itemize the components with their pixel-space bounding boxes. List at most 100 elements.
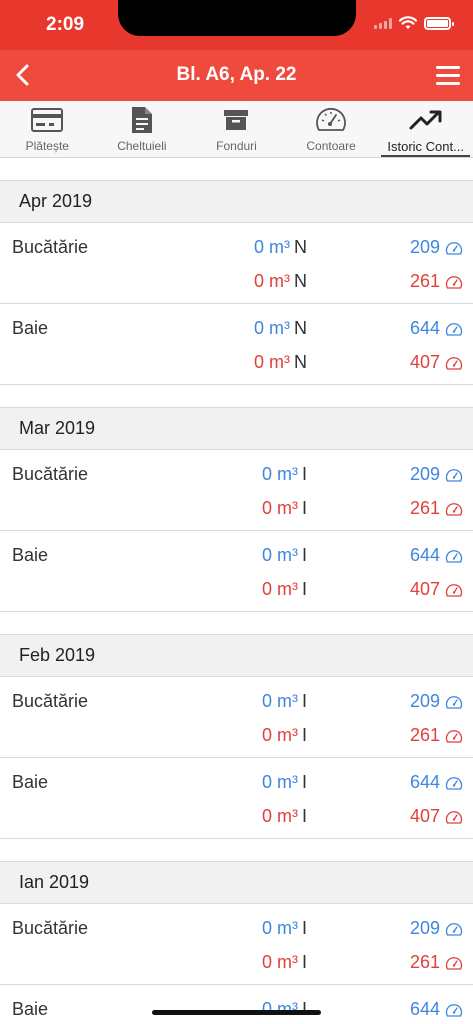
gauge-icon xyxy=(445,584,463,597)
consumption-value: 0 m³ xyxy=(254,318,290,338)
meter-row[interactable]: Bucătărie 0 m³ I 209 0 m³ I 261 xyxy=(0,677,473,758)
gauge-icon xyxy=(445,1004,463,1017)
consumption-value: 0 m³ xyxy=(261,952,298,972)
meter-reading: 407 xyxy=(409,352,440,372)
meter-row[interactable]: Bucătărie 0 m³ I 209 0 m³ I 261 xyxy=(0,450,473,531)
gauge-icon xyxy=(445,503,463,516)
hamburger-icon xyxy=(436,65,460,69)
tab-label: Cheltuieli xyxy=(117,139,167,153)
gauge-icon xyxy=(445,357,463,370)
gauge-icon xyxy=(445,730,463,743)
meter-reading: 209 xyxy=(409,918,440,938)
consumption-value: 0 m³ xyxy=(254,271,290,291)
reading-flag: I xyxy=(301,772,307,792)
document-icon xyxy=(131,107,152,133)
consumption-value: 0 m³ xyxy=(261,464,298,484)
status-icons xyxy=(374,16,454,30)
gauge-icon xyxy=(316,107,346,131)
tab-fonduri[interactable]: Fonduri xyxy=(189,101,284,157)
consumption-value: 0 m³ xyxy=(261,691,298,711)
gauge-icon xyxy=(445,696,463,709)
consumption-value: 0 m³ xyxy=(261,545,298,565)
gauge-icon xyxy=(445,777,463,790)
meter-row[interactable]: Baie0 m³I6440 m³I407 xyxy=(0,985,473,1024)
cold-water-line: 0 m³ I 644 xyxy=(0,770,473,794)
meter-reading: 407 xyxy=(409,806,440,826)
reading-flag: N xyxy=(294,271,307,291)
trending-up-icon xyxy=(409,110,442,130)
reading-flag: I xyxy=(301,918,307,938)
menu-button[interactable] xyxy=(433,60,463,90)
cold-water-line: 0 m³ N 209 xyxy=(0,235,473,259)
cold-water-line: 0 m³ I 644 xyxy=(0,543,473,567)
tab-label: Plătește xyxy=(25,139,69,153)
meter-row[interactable]: Baie0 m³I6440 m³I407 xyxy=(0,758,473,839)
reading-flag: I xyxy=(301,725,307,745)
month-label: Feb 2019 xyxy=(19,645,96,665)
cold-water-line: 0 m³ I 209 xyxy=(0,462,473,486)
cold-consumption: 0 m³ N xyxy=(254,237,307,258)
meter-reading: 644 xyxy=(409,318,440,338)
reading-flag: N xyxy=(294,352,307,372)
meter-reading: 261 xyxy=(409,725,440,745)
cold-water-line: 0 m³ I 644 xyxy=(0,997,473,1021)
section-gap xyxy=(0,385,473,407)
meter-row[interactable]: Bucătărie 0 m³ N 209 0 m³ N 261 xyxy=(0,223,473,304)
battery-icon xyxy=(424,16,454,30)
tab-istoric-contoare[interactable]: Istoric Cont... xyxy=(378,101,473,157)
hot-consumption: 0 m³ I xyxy=(262,579,307,600)
cold-consumption: 0 m³ N xyxy=(254,318,307,339)
section-gap xyxy=(0,612,473,634)
tab-label: Fonduri xyxy=(216,139,257,153)
section-gap xyxy=(0,158,473,180)
section-gap xyxy=(0,839,473,861)
cold-consumption: 0 m³ I xyxy=(262,545,307,566)
meter-row[interactable]: Bucătărie 0 m³ I 209 0 m³ I 261 xyxy=(0,904,473,985)
meter-row[interactable]: Baie0 m³I6440 m³I407 xyxy=(0,531,473,612)
month-label: Mar 2019 xyxy=(19,418,96,438)
nav-bar: Bl. A6, Ap. 22 xyxy=(0,50,473,101)
wifi-icon xyxy=(399,16,417,29)
consumption-value: 0 m³ xyxy=(261,725,298,745)
cold-consumption: 0 m³ I xyxy=(262,772,307,793)
consumption-value: 0 m³ xyxy=(261,918,298,938)
month-header: Mar 2019 xyxy=(0,407,473,450)
meter-reading: 209 xyxy=(409,691,440,711)
signal-icon xyxy=(374,17,392,29)
hot-water-line: 0 m³ N 407 xyxy=(0,350,473,374)
tab-contoare[interactable]: Contoare xyxy=(284,101,379,157)
month-header: Ian 2019 xyxy=(0,861,473,904)
month-label: Apr 2019 xyxy=(19,191,93,211)
reading-flag: I xyxy=(301,464,307,484)
hot-consumption: 0 m³ N xyxy=(254,271,307,292)
month-label: Ian 2019 xyxy=(19,872,90,892)
reading-flag: I xyxy=(301,691,307,711)
hot-water-line: 0 m³ I 261 xyxy=(0,723,473,747)
hot-consumption: 0 m³ I xyxy=(262,498,307,519)
consumption-value: 0 m³ xyxy=(261,999,298,1019)
consumption-value: 0 m³ xyxy=(261,772,298,792)
gauge-icon xyxy=(445,550,463,563)
history-list[interactable]: Apr 2019 Bucătărie 0 m³ N 209 0 m³ N 261 Baie 0 m… xyxy=(0,158,473,1024)
tab-cheltuieli[interactable]: Cheltuieli xyxy=(95,101,190,157)
hot-water-line: 0 m³ I 261 xyxy=(0,950,473,974)
meter-reading: 209 xyxy=(409,237,440,257)
device-notch xyxy=(118,0,356,36)
reading-flag: N xyxy=(294,318,307,338)
gauge-icon xyxy=(445,957,463,970)
consumption-value: 0 m³ xyxy=(261,498,298,518)
month-header: Feb 2019 xyxy=(0,634,473,677)
tab-label: Contoare xyxy=(306,139,356,153)
reading-flag: N xyxy=(294,237,307,257)
meter-reading: 261 xyxy=(409,498,440,518)
meter-row[interactable]: Baie 0 m³ N 644 0 m³ N 407 xyxy=(0,304,473,385)
cold-water-line: 0 m³ I 209 xyxy=(0,689,473,713)
archive-box-icon xyxy=(224,110,249,130)
gauge-icon xyxy=(445,923,463,936)
credit-card-icon xyxy=(31,108,64,132)
month-header: Apr 2019 xyxy=(0,180,473,223)
hot-consumption: 0 m³ I xyxy=(262,952,307,973)
tab-plateste[interactable]: Plătește xyxy=(0,101,95,157)
meter-reading: 261 xyxy=(409,952,440,972)
hot-consumption: 0 m³ I xyxy=(262,806,307,827)
